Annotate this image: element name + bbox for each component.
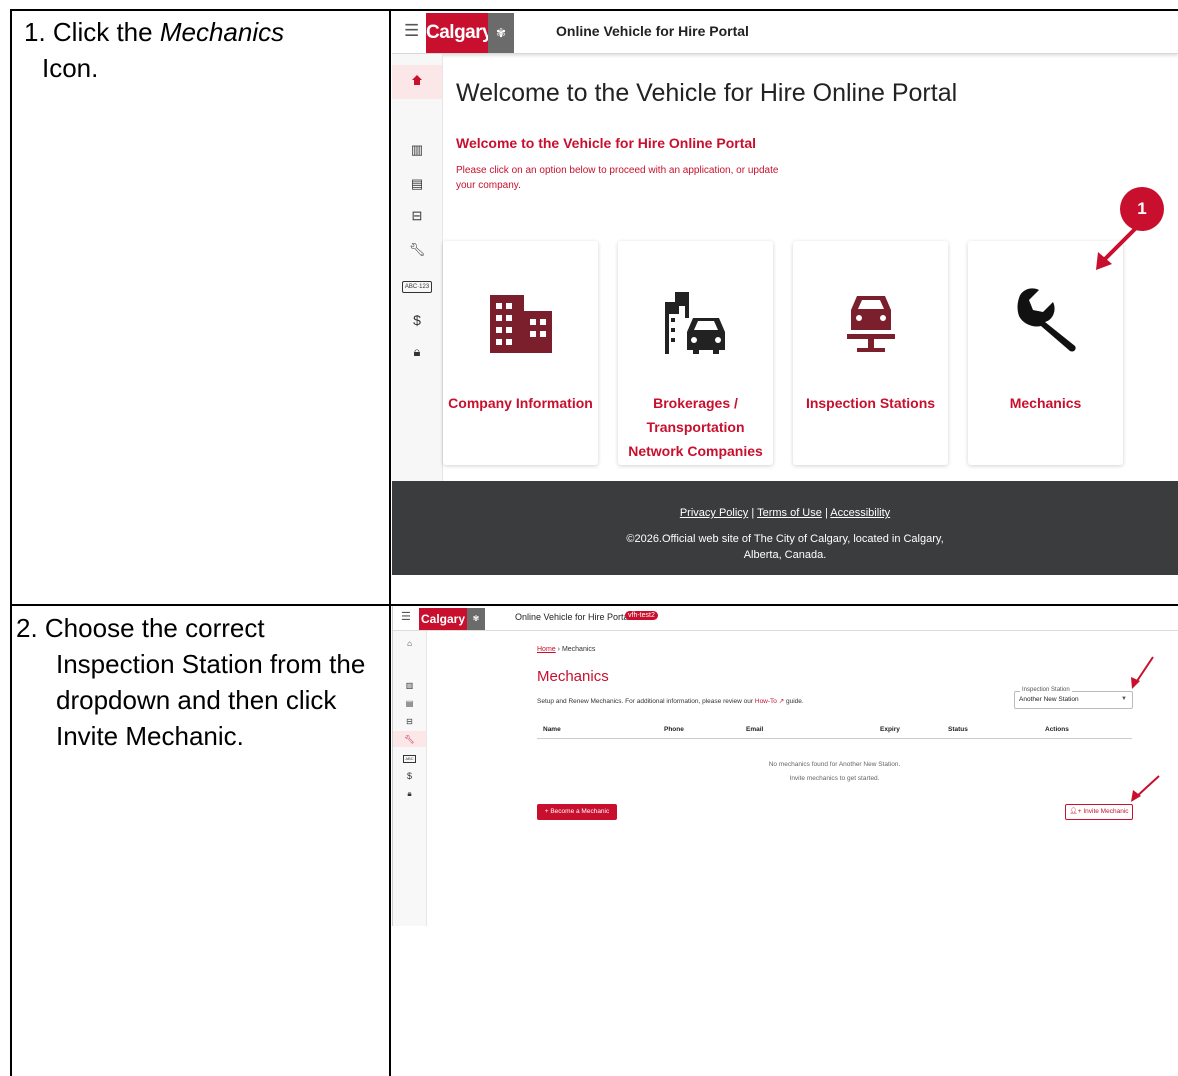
description-text: Setup and Renew Mechanics. For additiona… bbox=[537, 698, 755, 705]
empty-state-line1: No mechanics found for Another New Stati… bbox=[768, 761, 901, 768]
sidebar-car-lift-icon[interactable]: ⊟ bbox=[393, 717, 426, 726]
step-2-text: 2. Choose the correct Inspection Station… bbox=[16, 613, 366, 751]
sidebar-wrench-icon[interactable]: 🔧︎ bbox=[393, 735, 426, 744]
step-1-text: 1. Click the Mechanics Icon. bbox=[24, 14, 376, 86]
welcome-subheading: Welcome to the Vehicle for Hire Online P… bbox=[456, 135, 757, 151]
chevron-down-icon: ▼ bbox=[1121, 696, 1127, 702]
sidebar-licence-plate-icon[interactable]: ABC bbox=[393, 753, 426, 763]
screenshot-home-portal: ☰ Calgary ✾ Online Vehicle for Hire Port… bbox=[392, 11, 1178, 601]
footer-links: Privacy Policy | Terms of Use | Accessib… bbox=[392, 507, 1178, 519]
sidebar-dollar-icon[interactable]: $ bbox=[392, 312, 442, 328]
breadcrumb: Home › Mechanics bbox=[537, 646, 595, 653]
how-to-link[interactable]: How-To bbox=[755, 698, 777, 705]
mechanics-table-header: Name Phone Email Expiry Status Actions bbox=[537, 723, 1132, 739]
col-email: Email bbox=[746, 726, 764, 733]
card-label: Mechanics bbox=[1009, 395, 1082, 411]
invite-mechanic-button[interactable]: 👤︎+ Invite Mechanic bbox=[1065, 804, 1133, 820]
card-company-information[interactable]: Company Information bbox=[443, 241, 598, 465]
portal-title: Online Vehicle for Hire Portal bbox=[515, 612, 631, 622]
table-column-divider bbox=[389, 9, 391, 1076]
breadcrumb-home[interactable]: Home bbox=[537, 646, 556, 653]
sidebar-lock-icon[interactable]: 🔒︎ bbox=[392, 344, 442, 360]
col-phone: Phone bbox=[664, 726, 684, 733]
sidebar-wrench-icon[interactable]: 🔧︎ bbox=[392, 242, 442, 258]
sidebar-building-icon[interactable]: ▥ bbox=[392, 142, 442, 158]
top-bar: ☰ Calgary ✾ Online Vehicle for Hire Port… bbox=[393, 606, 1178, 631]
menu-icon[interactable]: ☰ bbox=[404, 21, 419, 41]
add-person-icon: 👤︎+ bbox=[1069, 808, 1082, 815]
sidebar-city-car-icon[interactable]: ▤ bbox=[392, 176, 442, 192]
terms-of-use-link[interactable]: Terms of Use bbox=[757, 507, 822, 519]
sidebar-home-icon[interactable]: ⌂ bbox=[393, 639, 426, 648]
step-1-suffix: Icon. bbox=[42, 53, 99, 83]
calgary-logo[interactable]: Calgary bbox=[426, 13, 493, 53]
card-label: Brokerages / Transportation Network Comp… bbox=[628, 395, 763, 459]
screenshot-mechanics-page: ☰ Calgary ✾ Online Vehicle for Hire Port… bbox=[392, 606, 1178, 926]
table-border-left bbox=[10, 9, 12, 1076]
environment-badge: vfh-test2 bbox=[625, 611, 658, 620]
col-name: Name bbox=[543, 726, 561, 733]
wrench-icon bbox=[968, 281, 1123, 361]
page-description: Setup and Renew Mechanics. For additiona… bbox=[537, 697, 804, 705]
home-icon[interactable] bbox=[411, 74, 423, 86]
sidebar: ▥ ▤ ⊟ 🔧︎ ABC·123 $ 🔒︎ bbox=[392, 54, 443, 491]
welcome-heading: Welcome to the Vehicle for Hire Online P… bbox=[456, 79, 958, 107]
sidebar-car-lift-icon[interactable]: ⊟ bbox=[392, 208, 442, 224]
become-mechanic-button[interactable]: + Become a Mechanic bbox=[537, 804, 617, 820]
card-mechanics[interactable]: Mechanics bbox=[968, 241, 1123, 465]
calgary-logo[interactable]: Calgary bbox=[419, 608, 467, 630]
step-1-emphasis: Mechanics bbox=[159, 17, 285, 47]
select-label: Inspection Station bbox=[1020, 687, 1072, 693]
sidebar-building-icon[interactable]: ▥ bbox=[393, 681, 426, 690]
car-lift-icon bbox=[793, 281, 948, 361]
sidebar-dollar-icon[interactable]: $ bbox=[393, 771, 426, 781]
portal-title: Online Vehicle for Hire Portal bbox=[556, 23, 749, 39]
card-label: Inspection Stations bbox=[805, 395, 936, 411]
accessibility-link[interactable]: Accessibility bbox=[830, 507, 890, 519]
breadcrumb-current: Mechanics bbox=[561, 646, 596, 653]
footer-copyright: ©2026.Official web site of The City of C… bbox=[626, 533, 944, 561]
menu-icon[interactable]: ☰ bbox=[401, 610, 411, 623]
col-expiry: Expiry bbox=[880, 726, 900, 733]
empty-state-line2: Invite mechanics to get started. bbox=[789, 775, 880, 782]
select-value: Another New Station bbox=[1019, 696, 1079, 703]
card-label: Company Information bbox=[448, 395, 593, 411]
sidebar-city-car-icon[interactable]: ▤ bbox=[393, 699, 426, 708]
crest-icon: ✾ bbox=[488, 13, 514, 53]
card-brokerages[interactable]: Brokerages / Transportation Network Comp… bbox=[618, 241, 773, 465]
breadcrumb-separator: › bbox=[557, 646, 560, 653]
city-car-icon bbox=[618, 281, 773, 361]
building-icon bbox=[443, 281, 598, 361]
sidebar: ⌂ ▥ ▤ ⊟ 🔧︎ ABC $ 🔒︎ bbox=[393, 631, 427, 926]
sidebar-lock-icon[interactable]: 🔒︎ bbox=[393, 789, 426, 799]
welcome-instructions: Please click on an option below to proce… bbox=[456, 165, 779, 191]
inspection-station-select[interactable]: Inspection Station Another New Station ▼ bbox=[1014, 687, 1133, 709]
privacy-policy-link[interactable]: Privacy Policy bbox=[680, 507, 748, 519]
invite-mechanic-label: Invite Mechanic bbox=[1083, 808, 1129, 815]
step-1-prefix: 1. Click the bbox=[24, 17, 160, 47]
sidebar-licence-plate-icon[interactable]: ABC·123 bbox=[392, 276, 442, 293]
footer-separator: | bbox=[824, 507, 828, 519]
footer: Privacy Policy | Terms of Use | Accessib… bbox=[392, 481, 1178, 575]
crest-icon: ✾ bbox=[467, 608, 485, 630]
footer-separator: | bbox=[751, 507, 755, 519]
page-title: Mechanics bbox=[537, 668, 609, 685]
card-inspection-stations[interactable]: Inspection Stations bbox=[793, 241, 948, 465]
top-bar: ☰ Calgary ✾ Online Vehicle for Hire Port… bbox=[392, 11, 1178, 54]
col-status: Status bbox=[948, 726, 968, 733]
callout-badge: 1 bbox=[1120, 187, 1164, 231]
empty-state: No mechanics found for Another New Stati… bbox=[537, 758, 1132, 786]
col-actions: Actions bbox=[1045, 726, 1069, 733]
description-tail: guide. bbox=[784, 698, 804, 705]
